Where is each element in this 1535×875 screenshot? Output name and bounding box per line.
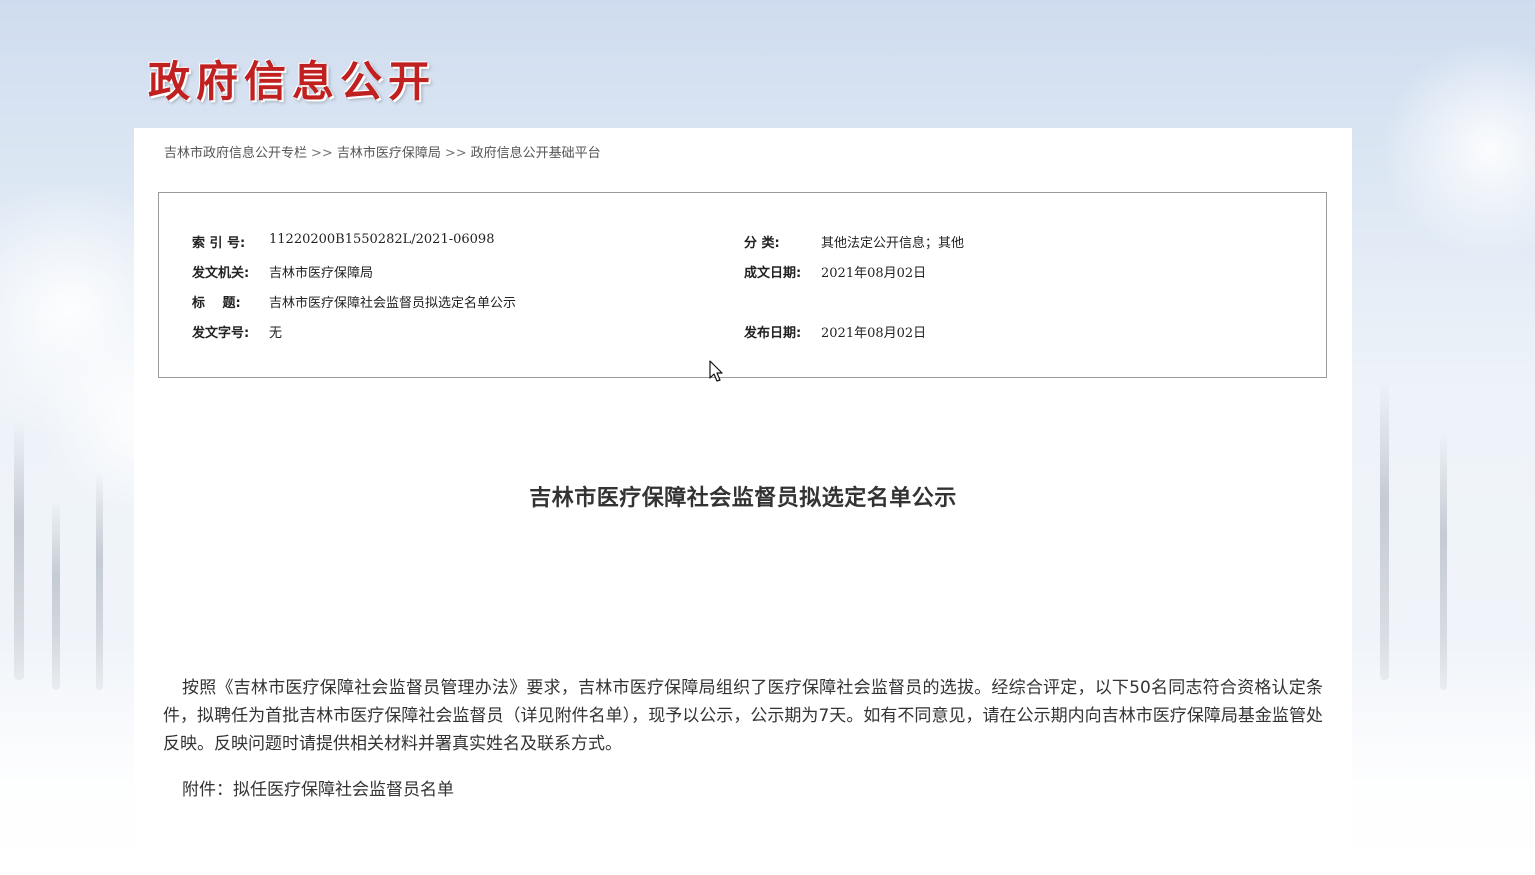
- site-logo: 政府信息公开: [148, 57, 437, 106]
- mouse-cursor-icon: [709, 360, 723, 382]
- meta-category-label: 分 类:: [744, 236, 780, 251]
- breadcrumb-separator: >>: [311, 146, 333, 161]
- meta-written-date-label: 成文日期:: [744, 266, 802, 281]
- document-meta-box: 索 引 号: 11220200B1550282L/2021-06098 分 类:…: [158, 192, 1327, 378]
- meta-index-value: 11220200B1550282L/2021-06098: [269, 232, 495, 247]
- article-body: 按照《吉林市医疗保障社会监督员管理办法》要求，吉林市医疗保障局组织了医疗保障社会…: [163, 678, 1323, 754]
- meta-doc-number-value: 无: [269, 326, 283, 341]
- meta-issuer-value: 吉林市医疗保障局: [269, 266, 374, 281]
- meta-title-label: 标 题:: [192, 296, 241, 311]
- meta-publish-date-value: 2021年08月02日: [821, 326, 927, 341]
- breadcrumb-link-portal[interactable]: 吉林市政府信息公开专栏: [164, 146, 307, 161]
- breadcrumb: 吉林市政府信息公开专栏 >> 吉林市医疗保障局 >> 政府信息公开基础平台: [164, 142, 601, 161]
- meta-title-value: 吉林市医疗保障社会监督员拟选定名单公示: [269, 296, 517, 311]
- meta-written-date-value: 2021年08月02日: [821, 266, 927, 281]
- article-attachment[interactable]: 附件：拟任医疗保障社会监督员名单: [182, 776, 454, 804]
- content-panel: 吉林市政府信息公开专栏 >> 吉林市医疗保障局 >> 政府信息公开基础平台 索 引 号:…: [134, 128, 1352, 875]
- meta-index-label: 索 引 号:: [192, 236, 246, 251]
- article-title: 吉林市医疗保障社会监督员拟选定名单公示: [529, 486, 957, 511]
- breadcrumb-separator: >>: [444, 146, 467, 161]
- meta-issuer-label: 发文机关:: [192, 266, 250, 281]
- meta-doc-number-label: 发文字号:: [192, 326, 250, 341]
- meta-publish-date-label: 发布日期:: [744, 326, 802, 341]
- breadcrumb-link-platform[interactable]: 政府信息公开基础平台: [471, 146, 601, 161]
- breadcrumb-link-bureau[interactable]: 吉林市医疗保障局: [337, 146, 441, 161]
- meta-category-value: 其他法定公开信息；其他: [821, 236, 965, 251]
